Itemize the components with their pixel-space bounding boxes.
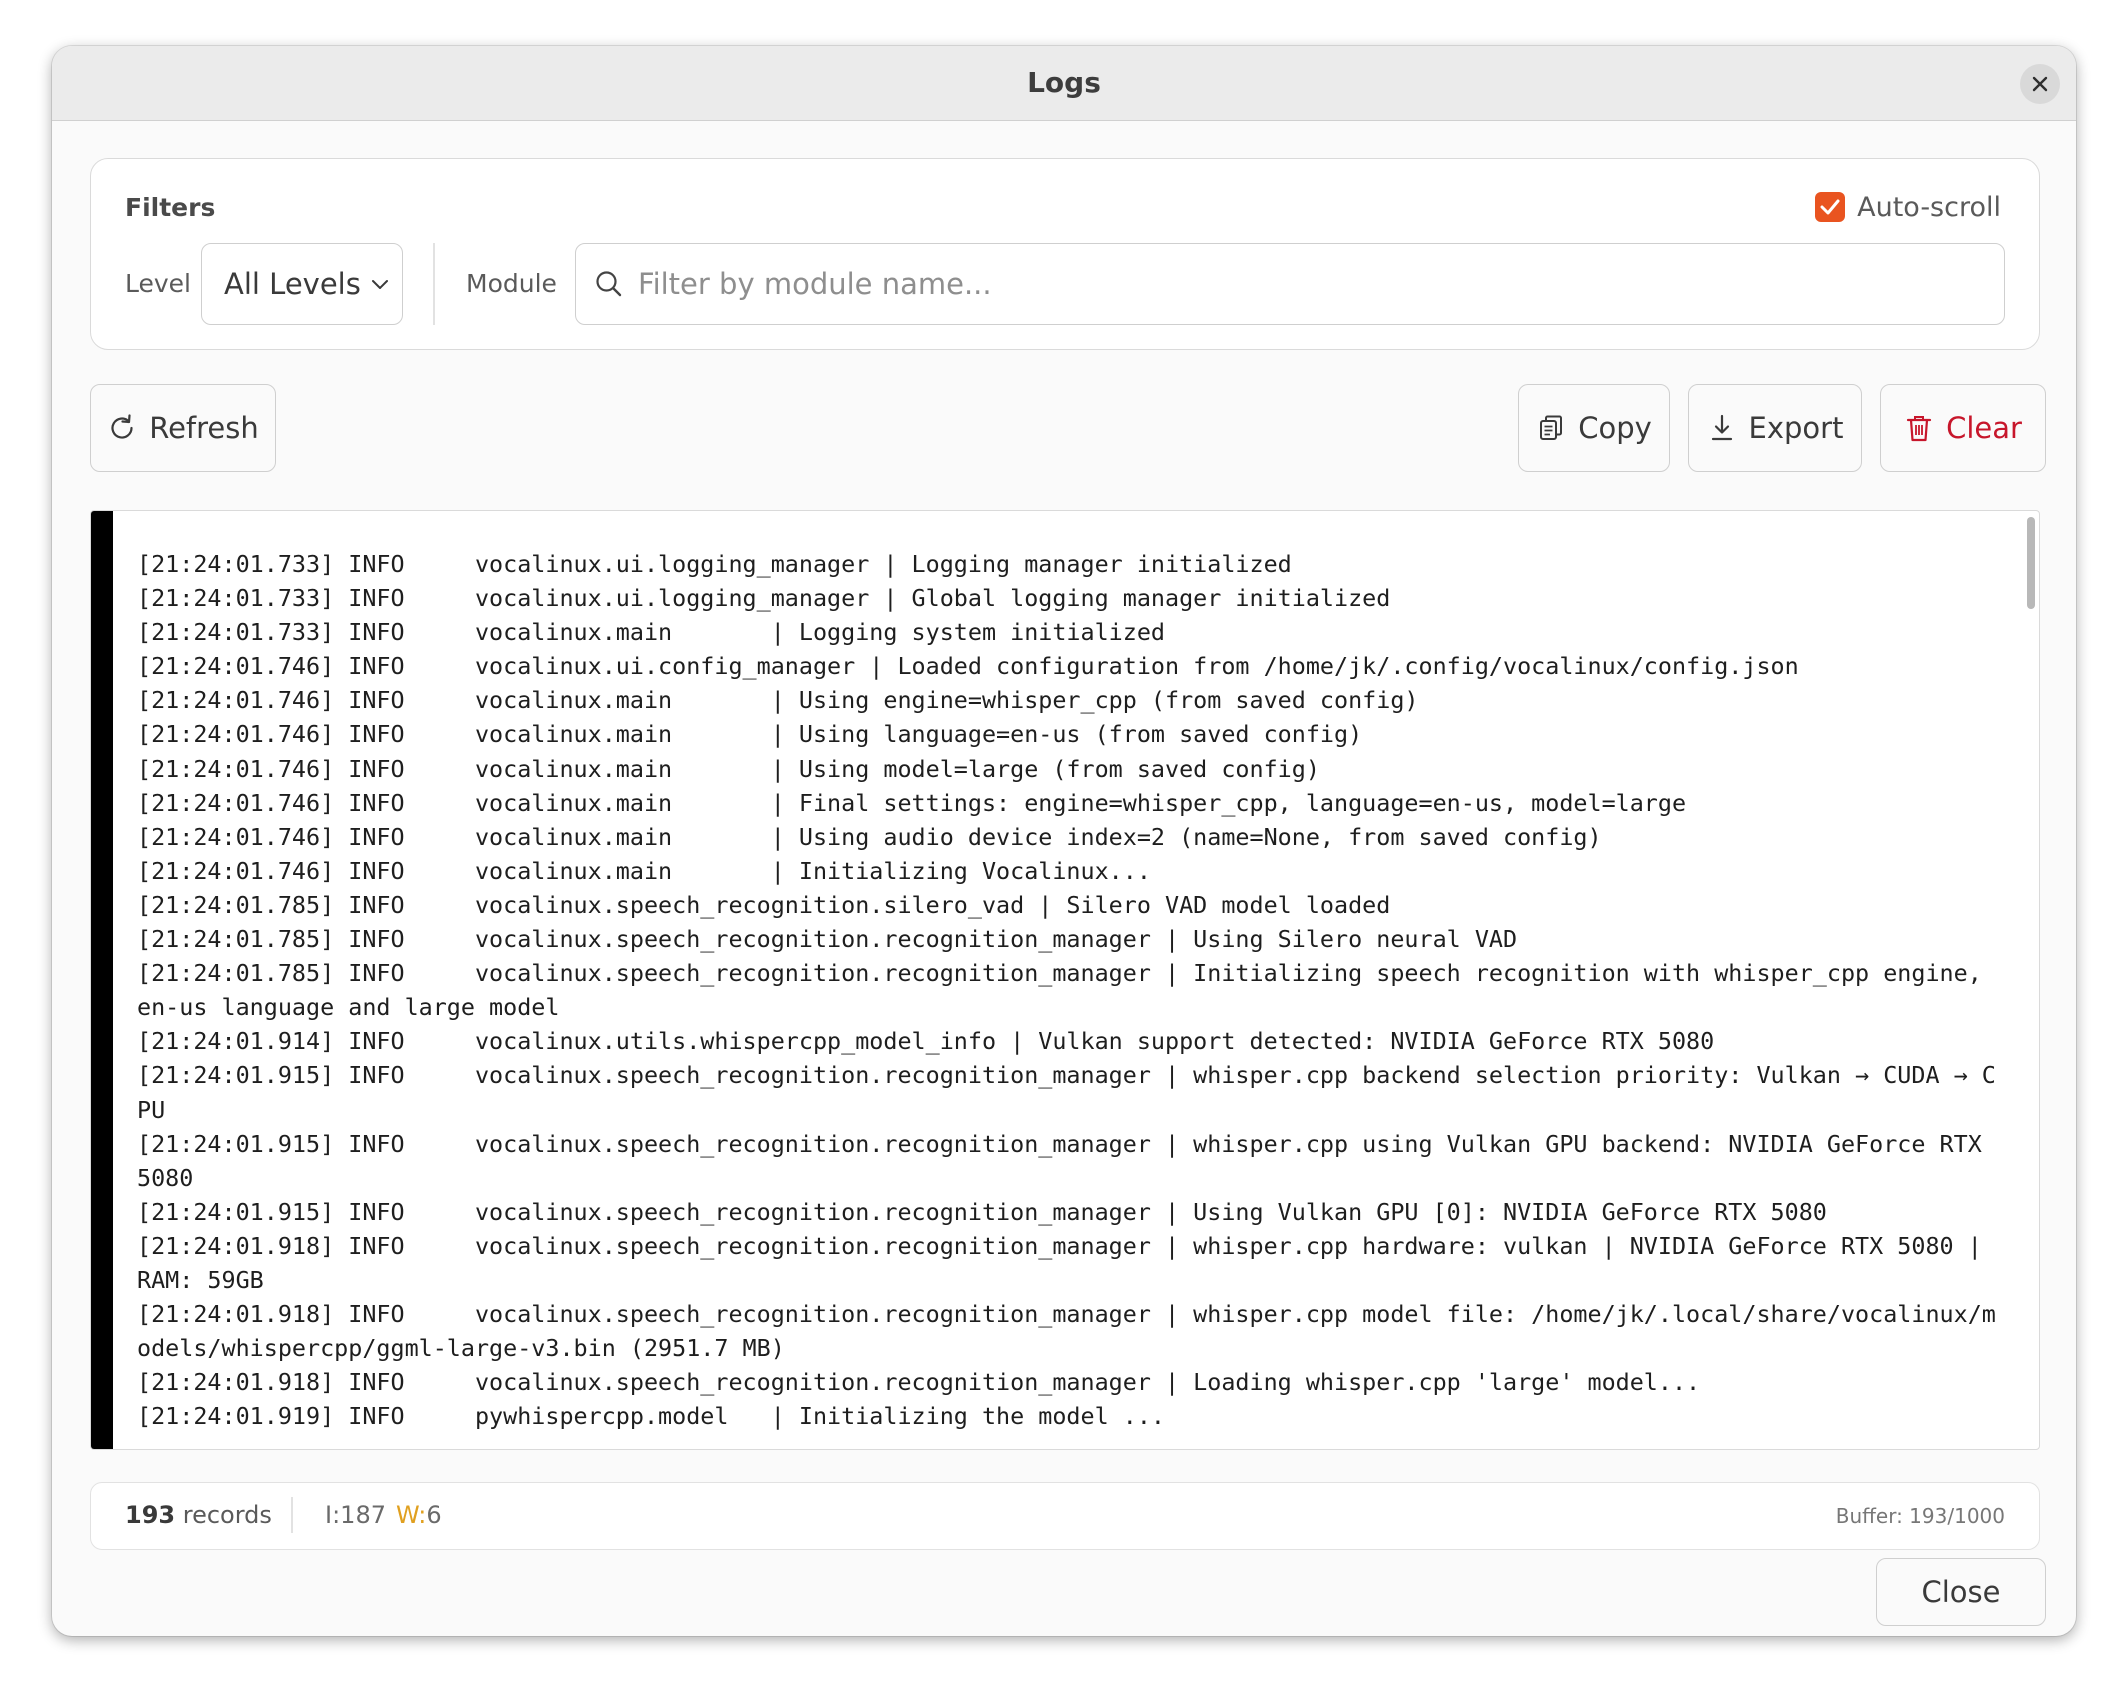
log-line: [21:24:01.746] INFO vocalinux.main | Usi… [137,720,1363,749]
auto-scroll-label: Auto-scroll [1857,191,2001,223]
download-icon [1711,414,1732,441]
filters-heading: Filters [125,193,216,222]
clear-button[interactable]: Clear [1880,384,2046,472]
close-label: Close [1921,1575,2001,1609]
auto-scroll-checkbox[interactable] [1815,192,1846,222]
auto-scroll-toggle[interactable]: Auto-scroll [1815,189,2001,225]
level-dropdown[interactable]: All Levels [201,243,403,325]
module-label: Module [466,269,557,298]
filter-separator [433,243,435,325]
refresh-button[interactable]: Refresh [90,384,276,472]
filters-panel: Filters Auto-scroll Level All Levels Mod… [90,158,2040,350]
log-line: [21:24:01.733] INFO vocalinux.ui.logging… [137,550,1292,578]
search-icon [596,271,622,297]
log-line: [21:24:01.918] INFO vocalinux.speech_rec… [137,1300,1996,1363]
log-line: [21:24:01.733] INFO vocalinux.main | Log… [137,618,1166,647]
logs-window: Logs Filters Auto-scroll Level All Level… [52,46,2076,1636]
module-filter-field[interactable] [575,243,2005,325]
refresh-label: Refresh [149,411,259,445]
buffer-status: Buffer: 193/1000 [1835,1504,2005,1528]
log-line: [21:24:01.746] INFO vocalinux.main | Ini… [137,856,1151,885]
window-close-button[interactable] [2020,64,2060,104]
status-bar: 193 records I:187 W:6 Buffer: 193/1000 [90,1482,2040,1550]
status-separator [291,1497,293,1533]
log-line: [21:24:01.785] INFO vocalinux.speech_rec… [137,959,1996,1022]
info-count: 187 [340,1501,386,1529]
log-line: [21:24:01.746] INFO vocalinux.ui.config_… [137,652,1799,681]
level-dropdown-value: All Levels [224,267,361,301]
log-line: [21:24:01.746] INFO vocalinux.main | Usi… [137,686,1419,715]
info-count-label: I: [325,1501,341,1529]
copy-icon [1540,415,1563,440]
close-button[interactable]: Close [1876,1558,2046,1626]
log-gutter [91,511,113,1449]
log-line: [21:24:01.915] INFO vocalinux.speech_rec… [137,1129,1996,1192]
close-icon [2032,76,2048,92]
copy-button[interactable]: Copy [1518,384,1670,472]
log-line: [21:24:01.785] INFO vocalinux.speech_rec… [137,890,1391,919]
copy-label: Copy [1578,411,1652,445]
log-view[interactable]: [21:24:01.733] INFO vocalinux.ui.logging… [90,510,2040,1450]
log-line: [21:24:01.785] INFO vocalinux.speech_rec… [137,925,1518,954]
level-label: Level [125,269,191,298]
log-line: [21:24:01.746] INFO vocalinux.main | Usi… [137,822,1602,851]
log-line: [21:24:01.746] INFO vocalinux.main | Fin… [137,788,1687,817]
log-line: [21:24:01.915] INFO vocalinux.speech_rec… [137,1197,1827,1226]
record-count: 193 records [125,1501,272,1529]
refresh-icon [111,414,133,439]
module-filter-input[interactable] [636,254,1980,314]
clear-label: Clear [1946,411,2022,445]
log-line: [21:24:01.915] INFO vocalinux.speech_rec… [137,1061,1996,1124]
log-scrollbar[interactable] [2027,517,2035,609]
record-count-value: 193 [125,1501,176,1529]
window-title: Logs [1027,66,1101,99]
log-line: [21:24:01.746] INFO vocalinux.main | Usi… [137,754,1320,783]
log-line: [21:24:01.914] INFO vocalinux.utils.whis… [137,1027,1715,1056]
log-line: [21:24:01.918] INFO vocalinux.speech_rec… [137,1368,1701,1397]
checkmark-icon [1820,199,1840,215]
log-line: [21:24:01.919] INFO pywhispercpp.model |… [137,1402,1166,1431]
export-label: Export [1748,411,1844,445]
export-button[interactable]: Export [1688,384,1862,472]
warning-count: 6 [426,1501,442,1529]
title-bar: Logs [52,46,2076,121]
level-counts: I:187 W:6 [325,1501,442,1529]
log-line: [21:24:01.733] INFO vocalinux.ui.logging… [137,584,1391,613]
records-label: records [182,1501,272,1529]
trash-icon [1906,416,1932,442]
log-text: [21:24:01.733] INFO vocalinux.ui.logging… [137,547,2007,1433]
log-line: [21:24:01.918] INFO vocalinux.speech_rec… [137,1231,1996,1294]
warning-count-label: W: [395,1501,427,1529]
chevron-down-icon [371,280,388,289]
